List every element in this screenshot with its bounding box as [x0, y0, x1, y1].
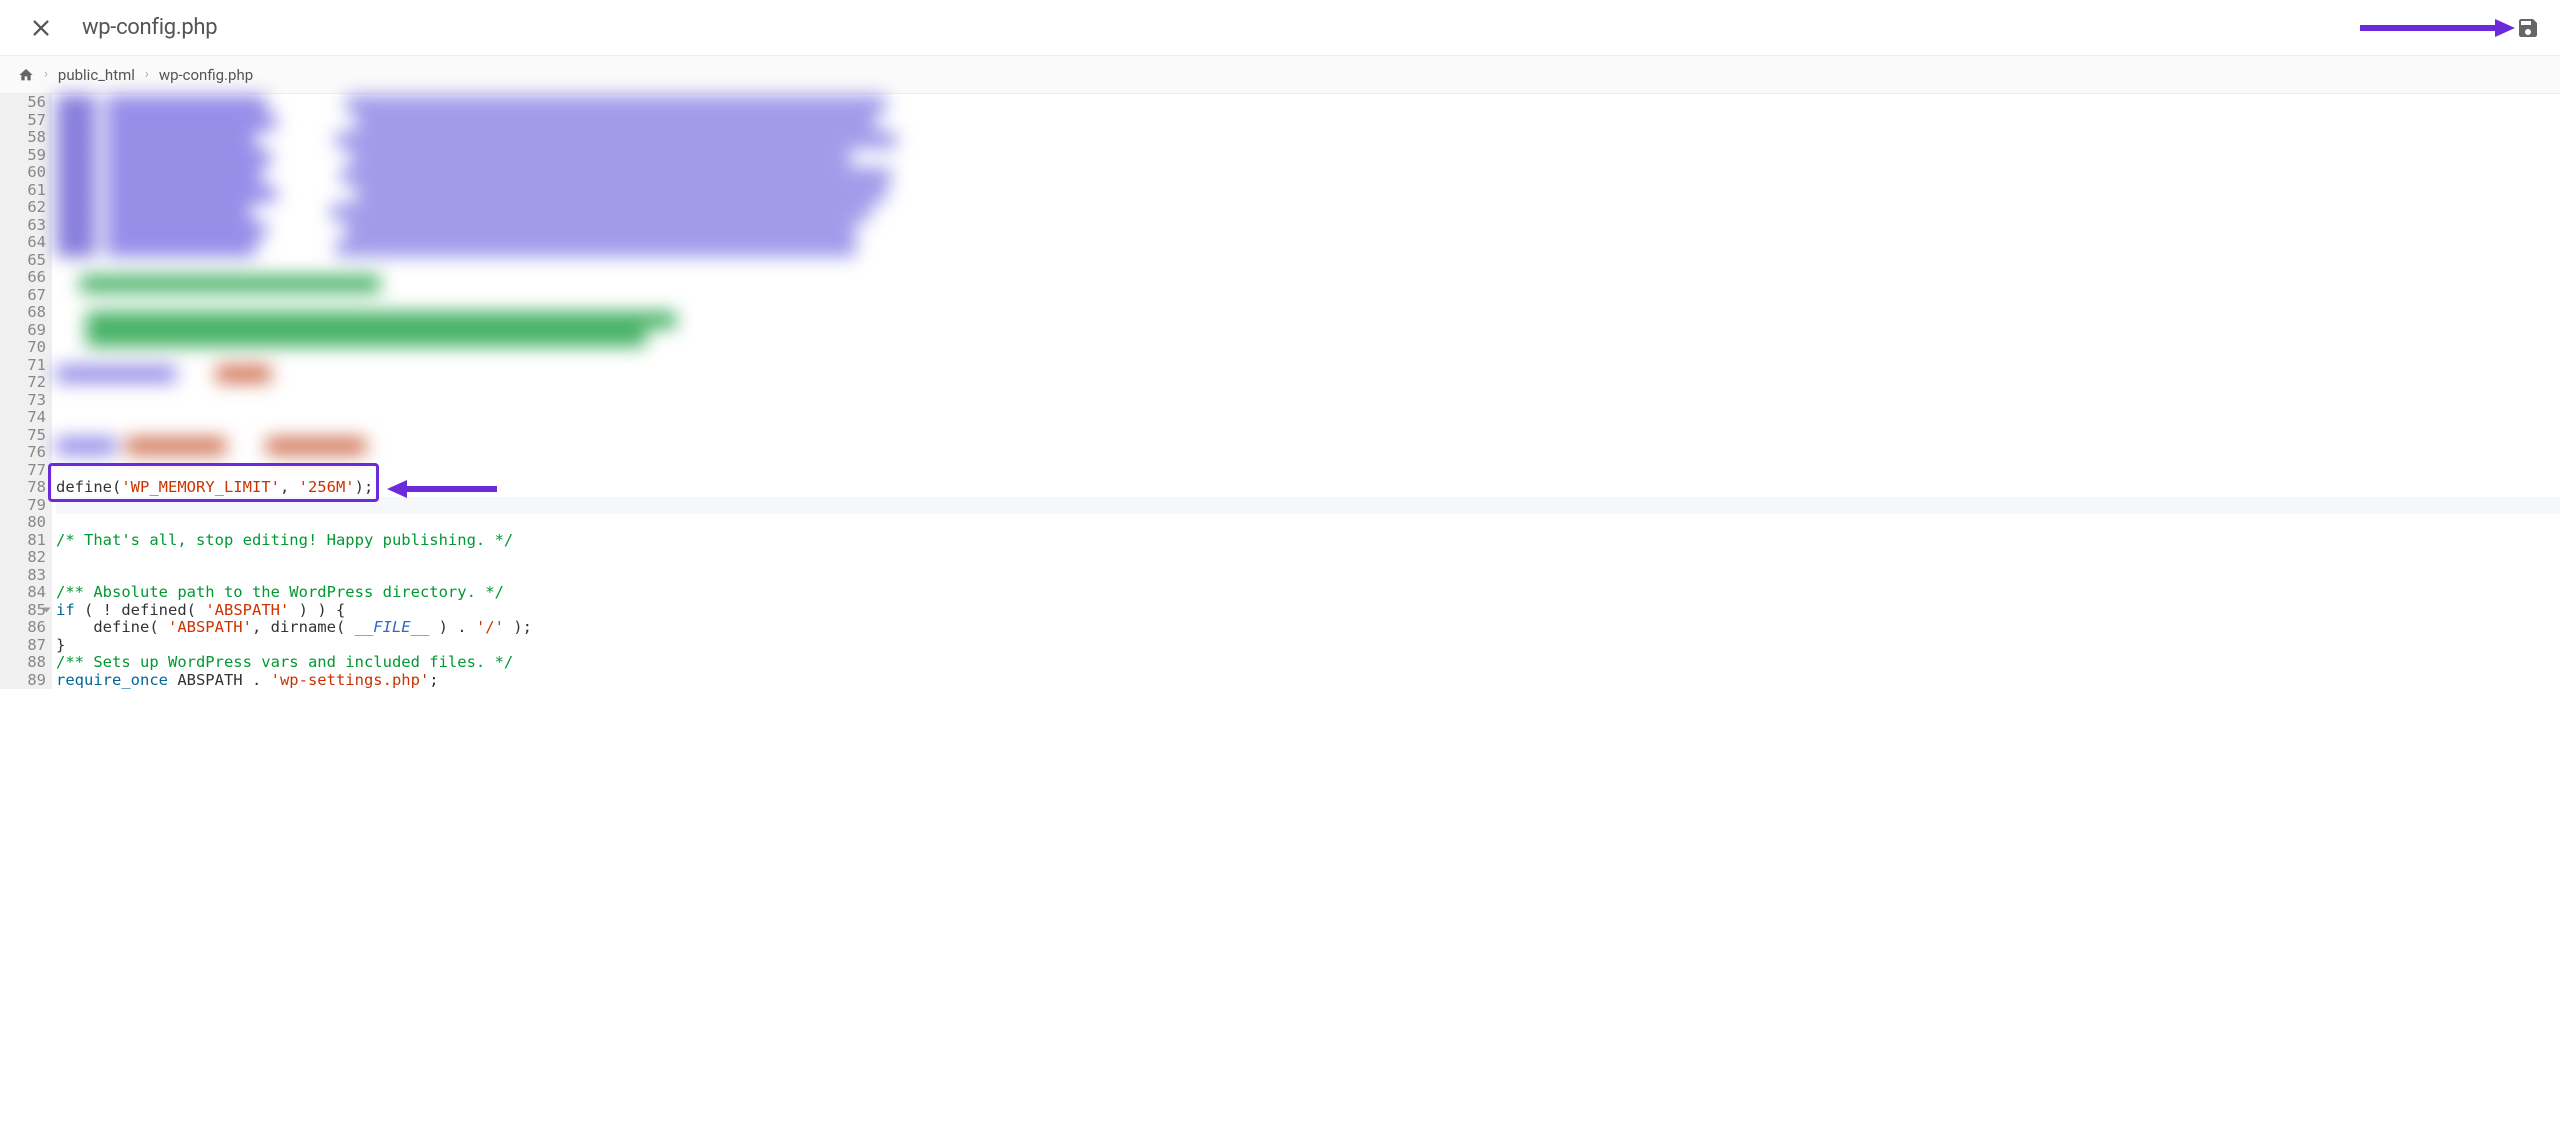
breadcrumb-item[interactable]: public_html [58, 66, 135, 84]
line-number: 63 [4, 217, 46, 235]
line-number: 60 [4, 164, 46, 182]
code-line[interactable] [56, 409, 2560, 427]
code-line[interactable] [56, 462, 2560, 480]
line-number: 82 [4, 549, 46, 567]
breadcrumb-item[interactable]: wp-config.php [159, 66, 253, 84]
code-editor[interactable]: 5657585960616263646566676869707172737475… [0, 94, 2560, 689]
line-number: 62 [4, 199, 46, 217]
code-line[interactable] [56, 549, 2560, 567]
code-line[interactable]: } [56, 637, 2560, 655]
chevron-right-icon: › [145, 67, 149, 82]
code-line[interactable] [56, 252, 2560, 270]
save-icon[interactable] [2516, 16, 2540, 40]
line-number: 70 [4, 339, 46, 357]
code-line[interactable] [56, 94, 2560, 112]
code-line[interactable] [56, 514, 2560, 532]
line-number: 71 [4, 357, 46, 375]
line-number: 67 [4, 287, 46, 305]
breadcrumb: › public_html › wp-config.php [0, 56, 2560, 94]
code-line[interactable] [56, 217, 2560, 235]
line-number: 57 [4, 112, 46, 130]
line-number: 68 [4, 304, 46, 322]
line-number: 65 [4, 252, 46, 270]
code-line[interactable] [56, 199, 2560, 217]
line-number: 59 [4, 147, 46, 165]
line-number: 66 [4, 269, 46, 287]
line-number: 88 [4, 654, 46, 672]
code-line[interactable] [56, 567, 2560, 585]
code-line[interactable]: /** Absolute path to the WordPress direc… [56, 584, 2560, 602]
annotation-arrow-save [2360, 17, 2515, 39]
line-number: 78 [4, 479, 46, 497]
code-line[interactable] [56, 304, 2560, 322]
code-line[interactable] [56, 339, 2560, 357]
code-line[interactable] [56, 287, 2560, 305]
code-line[interactable]: define( 'ABSPATH', dirname( __FILE__ ) .… [56, 619, 2560, 637]
code-line[interactable]: /* That's all, stop editing! Happy publi… [56, 532, 2560, 550]
line-number: 61 [4, 182, 46, 200]
code-line[interactable]: /** Sets up WordPress vars and included … [56, 654, 2560, 672]
line-number: 81 [4, 532, 46, 550]
code-line[interactable] [56, 164, 2560, 182]
code-line[interactable] [56, 182, 2560, 200]
line-number: 56 [4, 94, 46, 112]
code-line[interactable] [56, 374, 2560, 392]
line-number: 76 [4, 444, 46, 462]
code-line[interactable] [56, 427, 2560, 445]
line-number-gutter: 5657585960616263646566676869707172737475… [0, 94, 52, 689]
line-number: 64 [4, 234, 46, 252]
code-line[interactable] [56, 234, 2560, 252]
line-number: 73 [4, 392, 46, 410]
annotation-arrow-highlight [387, 478, 497, 500]
line-number: 75 [4, 427, 46, 445]
line-number: 69 [4, 322, 46, 340]
line-number: 80 [4, 514, 46, 532]
file-title: wp-config.php [82, 15, 217, 40]
code-line[interactable] [56, 357, 2560, 375]
line-number: 74 [4, 409, 46, 427]
line-number: 77 [4, 462, 46, 480]
code-line[interactable]: if ( ! defined( 'ABSPATH' ) ) { [56, 602, 2560, 620]
line-number: 72 [4, 374, 46, 392]
code-line[interactable] [56, 112, 2560, 130]
home-icon[interactable] [18, 67, 34, 83]
line-number: 58 [4, 129, 46, 147]
code-area[interactable]: define('WP_MEMORY_LIMIT', '256M');/* Tha… [52, 94, 2560, 689]
code-line[interactable]: require_once ABSPATH . 'wp-settings.php'… [56, 672, 2560, 690]
code-line[interactable] [56, 322, 2560, 340]
editor-header: wp-config.php [0, 0, 2560, 56]
chevron-right-icon: › [44, 67, 48, 82]
close-icon[interactable] [30, 17, 52, 39]
code-line[interactable] [56, 147, 2560, 165]
line-number: 86 [4, 619, 46, 637]
code-line[interactable] [56, 129, 2560, 147]
line-number: 85 [4, 602, 46, 620]
code-line[interactable] [56, 444, 2560, 462]
line-number: 87 [4, 637, 46, 655]
code-line[interactable] [56, 269, 2560, 287]
line-number: 83 [4, 567, 46, 585]
line-number: 89 [4, 672, 46, 690]
line-number: 84 [4, 584, 46, 602]
code-line[interactable] [56, 392, 2560, 410]
line-number: 79 [4, 497, 46, 515]
